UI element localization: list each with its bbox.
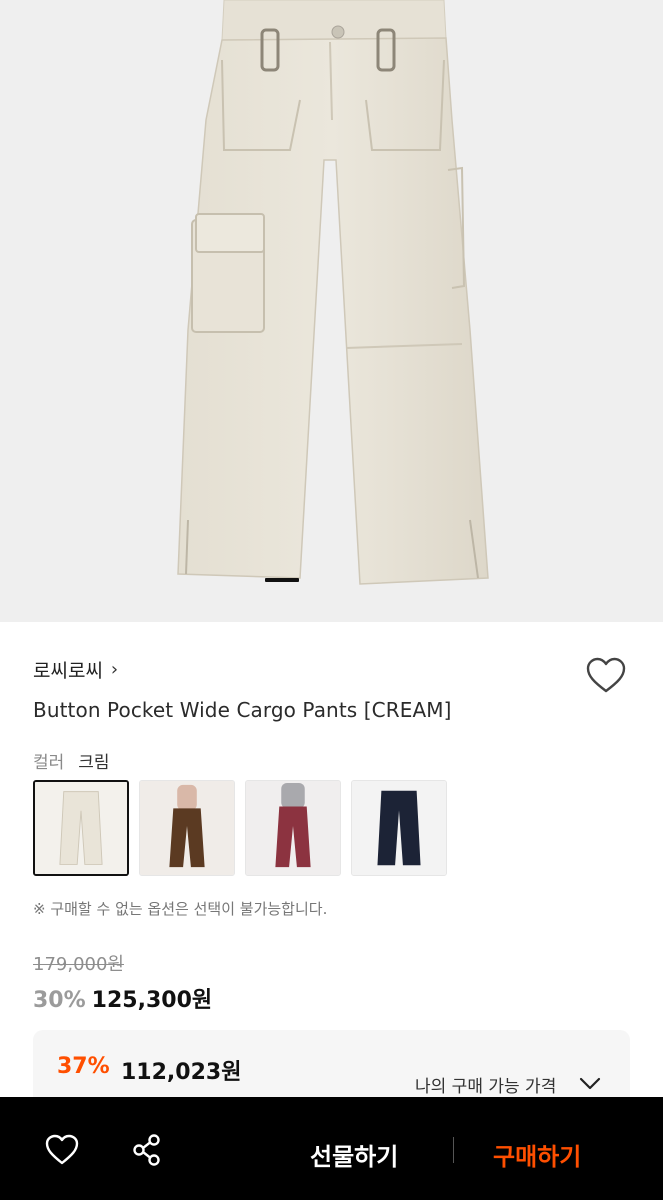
heart-icon[interactable]: [44, 1133, 80, 1167]
sale-rate: 30%: [33, 988, 86, 1013]
my-discount-rate: 37%: [57, 1054, 110, 1079]
swatch-berry-image: [246, 781, 340, 875]
brand-link[interactable]: 로씨로씨 ›: [33, 656, 118, 683]
heart-icon: [586, 657, 626, 693]
product-image[interactable]: [0, 0, 663, 622]
swatch-brown-image: [140, 781, 234, 875]
bottom-action-bar: 선물하기 구매하기: [0, 1097, 663, 1200]
my-price: 112,023원: [121, 1060, 242, 1085]
color-label: 컬러: [33, 753, 65, 773]
color-swatches: [33, 780, 447, 876]
swatch-navy[interactable]: [351, 780, 447, 876]
image-page-indicator: [265, 578, 299, 582]
color-option-row: 컬러 크림: [33, 748, 110, 773]
divider: [453, 1137, 454, 1163]
sale-price: 125,300원: [91, 988, 213, 1013]
color-value: 크림: [78, 753, 110, 773]
share-icon[interactable]: [130, 1133, 164, 1167]
swatch-brown[interactable]: [139, 780, 235, 876]
original-price: 179,000원: [33, 954, 124, 975]
swatch-cream[interactable]: [33, 780, 129, 876]
swatch-berry[interactable]: [245, 780, 341, 876]
sale-price-row: 30% 125,300원: [33, 982, 212, 1014]
product-title: Button Pocket Wide Cargo Pants [CREAM]: [33, 698, 452, 722]
buy-button[interactable]: 구매하기: [493, 1137, 581, 1172]
chevron-right-icon: ›: [110, 658, 119, 680]
swatch-navy-image: [352, 781, 446, 875]
swatch-cream-image: [35, 782, 127, 874]
my-price-label: 나의 구매 가능 가격: [415, 1077, 557, 1097]
gift-button[interactable]: 선물하기: [310, 1137, 398, 1172]
pants-illustration: [177, 0, 489, 585]
chevron-down-icon[interactable]: [579, 1072, 601, 1094]
option-notice: ※ 구매할 수 없는 옵션은 선택이 불가능합니다.: [33, 900, 328, 918]
wishlist-button[interactable]: [584, 656, 628, 696]
brand-name: 로씨로씨: [33, 660, 103, 682]
